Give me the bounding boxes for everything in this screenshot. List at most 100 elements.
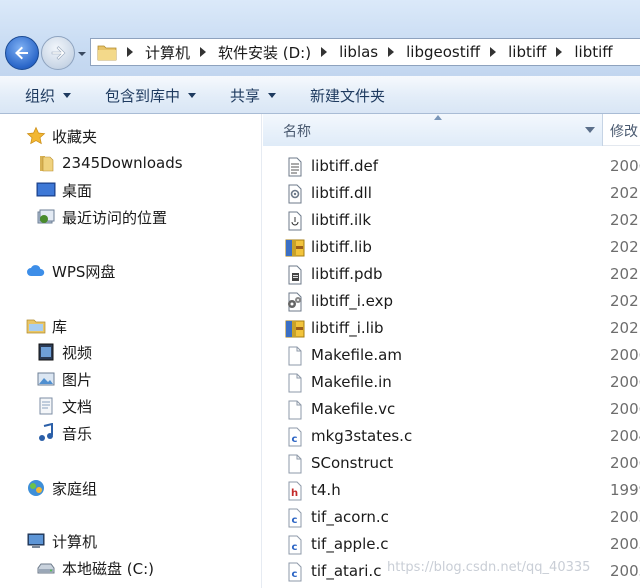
column-dropdown-icon[interactable] [585, 127, 595, 133]
breadcrumb-separator[interactable] [556, 47, 563, 57]
file-name: libtiff.dll [311, 184, 372, 202]
nav-videos[interactable]: 视频 [36, 340, 92, 364]
command-toolbar: 组织 包含到库中 共享 新建文件夹 [0, 76, 640, 114]
file-name: libtiff.def [311, 157, 379, 175]
music-library-icon [36, 423, 56, 443]
nav-label: 最近访问的位置 [62, 208, 168, 227]
file-name: libtiff.lib [311, 238, 372, 256]
nav-label: WPS网盘 [52, 262, 116, 281]
back-button[interactable] [5, 36, 39, 70]
breadcrumb-libgeostiff[interactable]: libgeostiff [406, 43, 480, 61]
file-modified-date: 2006 [610, 400, 640, 418]
file-name: tif_apple.c [311, 535, 389, 553]
c-file-icon: c [285, 535, 305, 555]
folder-icon [36, 153, 56, 173]
breadcrumb-drive-d[interactable]: 软件安装 (D:) [218, 42, 311, 63]
c-file-icon: c [285, 562, 305, 582]
modified-column-header[interactable]: 修改 [604, 114, 640, 146]
nav-label: 收藏夹 [52, 127, 98, 146]
nav-2345downloads[interactable]: 2345Downloads [36, 151, 183, 175]
breadcrumb-libtiff-parent[interactable]: libtiff [508, 43, 546, 61]
file-row[interactable]: Makefile.vc 2006 [263, 397, 640, 424]
file-row[interactable]: libtiff_i.exp 2021 [263, 289, 640, 316]
c-file-icon: c [285, 508, 305, 528]
file-row[interactable]: libtiff.def 2006 [263, 154, 640, 181]
nav-pictures[interactable]: 图片 [36, 367, 92, 391]
nav-desktop[interactable]: 桌面 [36, 178, 92, 202]
breadcrumb-separator[interactable] [200, 47, 207, 57]
nav-label: 文档 [62, 397, 93, 416]
share-button[interactable]: 共享 [230, 85, 277, 106]
include-in-library-button[interactable]: 包含到库中 [105, 85, 197, 106]
nav-label: 桌面 [62, 181, 93, 200]
file-row[interactable]: Makefile.in 2006 [263, 370, 640, 397]
file-name: SConstruct [311, 454, 394, 472]
file-row[interactable]: c mkg3states.c 2004 [263, 424, 640, 451]
archive-file-icon [285, 319, 305, 339]
nav-favorites[interactable]: 收藏夹 [26, 124, 97, 148]
file-row[interactable]: libtiff.pdb 2021 [263, 262, 640, 289]
modified-column-label: 修改 [610, 124, 638, 140]
file-row[interactable]: libtiff.ilk 2021 [263, 208, 640, 235]
forward-button[interactable] [41, 36, 75, 70]
nav-computer[interactable]: 计算机 [26, 529, 97, 553]
file-name: Makefile.in [311, 373, 392, 391]
file-name: t4.h [311, 481, 341, 499]
organize-label: 组织 [25, 87, 56, 105]
chevron-down-icon [188, 93, 197, 98]
file-row[interactable]: libtiff.dll 2021 [263, 181, 640, 208]
svg-text:c: c [292, 515, 298, 526]
breadcrumb-liblas[interactable]: liblas [339, 43, 378, 61]
file-modified-date: 2006 [610, 157, 640, 175]
organize-button[interactable]: 组织 [25, 85, 72, 106]
breadcrumb-separator[interactable] [490, 47, 497, 57]
nav-label: 库 [52, 317, 68, 336]
file-modified-date: 2021 [610, 238, 640, 256]
file-modified-date: 2021 [610, 292, 640, 310]
blank-file-icon [285, 454, 305, 474]
new-folder-label: 新建文件夹 [310, 87, 386, 105]
file-name: mkg3states.c [311, 427, 413, 445]
nav-local-disk-c[interactable]: 本地磁盘 (C:) [36, 556, 154, 580]
breadcrumb-computer[interactable]: 计算机 [145, 42, 190, 63]
breadcrumb-separator[interactable] [321, 47, 328, 57]
file-modified-date: 2005 [610, 535, 640, 553]
file-modified-date: 2006 [610, 454, 640, 472]
breadcrumb-libtiff-current[interactable]: libtiff [574, 43, 612, 61]
file-modified-date: 2021 [610, 211, 640, 229]
svg-text:c: c [292, 569, 298, 580]
cloud-icon [26, 261, 46, 281]
name-column-label: 名称 [283, 124, 311, 140]
file-row[interactable]: libtiff_i.lib 2021 [263, 316, 640, 343]
address-bar[interactable]: 计算机 软件安装 (D:) liblas libgeostiff libtiff… [90, 38, 640, 66]
sort-ascending-icon [434, 115, 442, 120]
computer-icon [26, 531, 46, 551]
nav-recent-places[interactable]: 最近访问的位置 [36, 205, 167, 229]
file-row[interactable]: libtiff.lib 2021 [263, 235, 640, 262]
nav-music[interactable]: 音乐 [36, 421, 92, 445]
file-modified-date: 2006 [610, 373, 640, 391]
file-row[interactable]: c tif_apple.c 2005 [263, 532, 640, 559]
file-name: Makefile.vc [311, 400, 396, 418]
file-row[interactable]: SConstruct 2006 [263, 451, 640, 478]
nav-label: 图片 [62, 370, 93, 389]
breadcrumb-separator[interactable] [127, 47, 133, 57]
recent-pages-dropdown-icon[interactable] [77, 49, 87, 59]
name-column-header[interactable]: 名称 [263, 114, 603, 146]
file-row[interactable]: Makefile.am 2006 [263, 343, 640, 370]
file-row[interactable]: h t4.h 1999 [263, 478, 640, 505]
file-name: tif_acorn.c [311, 508, 389, 526]
nav-label: 视频 [62, 343, 93, 362]
c-file-icon: c [285, 427, 305, 447]
include-in-library-label: 包含到库中 [105, 87, 181, 105]
nav-homegroup[interactable]: 家庭组 [26, 476, 97, 500]
nav-documents[interactable]: 文档 [36, 394, 92, 418]
breadcrumb-separator[interactable] [388, 47, 395, 57]
new-folder-button[interactable]: 新建文件夹 [310, 85, 385, 106]
file-row[interactable]: c tif_acorn.c 2005 [263, 505, 640, 532]
file-name: tif_atari.c [311, 562, 382, 580]
nav-libraries[interactable]: 库 [26, 314, 67, 338]
nav-wps-cloud[interactable]: WPS网盘 [26, 259, 115, 283]
nav-label: 音乐 [62, 424, 93, 443]
pdb-file-icon [285, 265, 305, 285]
